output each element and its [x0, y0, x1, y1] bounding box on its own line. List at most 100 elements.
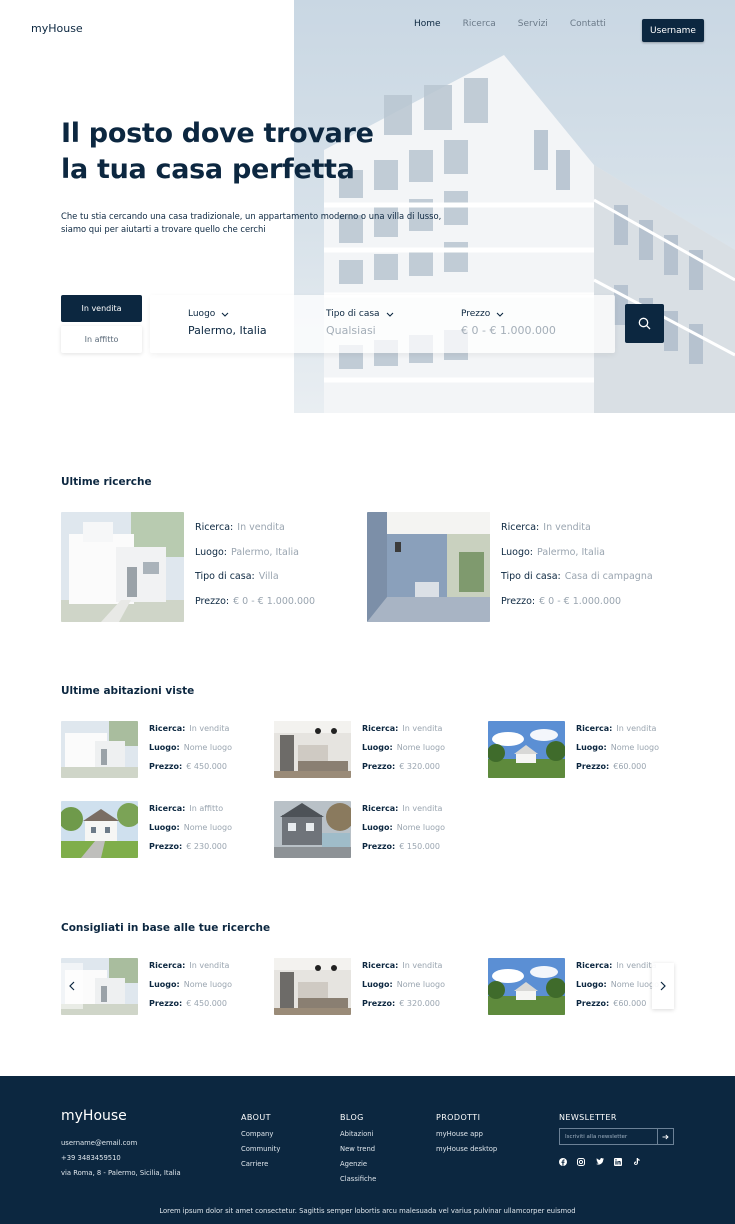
footer-brand[interactable]: myHouse — [61, 1108, 127, 1124]
country-house-image[interactable] — [367, 512, 490, 622]
row-value: In vendita — [402, 961, 443, 970]
house-thumb-farm[interactable] — [488, 721, 565, 778]
viewed-item-1[interactable]: Ricerca: In vendita Luogo: Nome luogo Prez… — [149, 724, 232, 781]
row-key: Luogo: — [362, 980, 393, 989]
row-key: Luogo: — [195, 546, 228, 558]
newsletter-submit-button[interactable] — [657, 1129, 672, 1144]
footer-column-newsletter: NEWSLETTER — [559, 1113, 617, 1127]
row-key: Prezzo: — [362, 842, 396, 851]
footer-address: via Roma, 8 - Palermo, Sicilia, Italia — [61, 1169, 181, 1177]
house-type-dropdown[interactable]: Tipo di casa Qualsiasi — [326, 309, 394, 337]
house-type-value: Qualsiasi — [326, 324, 376, 337]
footer-link[interactable]: Classifiche — [340, 1172, 376, 1187]
house-thumb-farm[interactable] — [488, 958, 565, 1015]
house-thumb-garden[interactable] — [61, 801, 138, 858]
row-value: € 450.000 — [186, 999, 227, 1008]
row-key: Prezzo: — [576, 762, 610, 771]
carousel-next-button[interactable] — [652, 963, 674, 1009]
row-value: In vendita — [189, 961, 230, 970]
row-key: Ricerca: — [149, 804, 186, 813]
recent-search-2[interactable]: Ricerca: In vendita Luogo: Palermo, Italia… — [501, 522, 653, 620]
footer-contact: username@email.com +39 3483459510 via Ro… — [61, 1136, 181, 1181]
row-key: Luogo: — [362, 823, 393, 832]
twitter-icon[interactable] — [595, 1157, 604, 1166]
brand-logo[interactable]: myHouse — [31, 22, 83, 35]
instagram-icon[interactable] — [577, 1157, 586, 1166]
house-thumb-white[interactable] — [61, 721, 138, 778]
price-dropdown[interactable]: Prezzo € 0 - € 1.000.000 — [461, 309, 556, 337]
main-nav: Home Ricerca Servizi Contatti — [414, 19, 628, 29]
mode-sale-button[interactable]: In vendita — [61, 295, 142, 322]
row-value: Nome luogo — [183, 743, 233, 752]
row-value: Nome luogo — [610, 743, 660, 752]
footer-email[interactable]: username@email.com — [61, 1136, 181, 1151]
row-key: Prezzo: — [149, 762, 183, 771]
recommended-item-1[interactable]: Ricerca: In vendita Luogo: Nome luogo Prez… — [149, 961, 232, 1018]
footer-link[interactable]: myHouse app — [436, 1127, 497, 1142]
location-dropdown[interactable]: Luogo Palermo, Italia — [188, 309, 267, 337]
row-value: Nome luogo — [183, 980, 233, 989]
footer-link[interactable]: Community — [241, 1142, 280, 1157]
viewed-item-4[interactable]: Ricerca: In affitto Luogo: Nome luogo Prez… — [149, 804, 232, 861]
row-value: € 0 - € 1.000.000 — [233, 595, 316, 607]
footer-link[interactable]: Abitazioni — [340, 1127, 376, 1142]
footer-phone[interactable]: +39 3483459510 — [61, 1151, 181, 1166]
row-key: Ricerca: — [501, 522, 540, 533]
row-key: Ricerca: — [149, 961, 186, 970]
search-button[interactable] — [625, 304, 664, 343]
row-value: In vendita — [543, 522, 591, 533]
footer-link[interactable]: myHouse desktop — [436, 1142, 497, 1157]
footer-link[interactable]: New trend — [340, 1142, 376, 1157]
row-key: Prezzo: — [195, 595, 230, 607]
nav-servizi[interactable]: Servizi — [518, 19, 548, 29]
recommended-item-2[interactable]: Ricerca: In vendita Luogo: Nome luogo Prez… — [362, 961, 445, 1018]
row-key: Tipo di casa: — [501, 571, 561, 582]
tiktok-icon[interactable] — [632, 1157, 641, 1166]
row-value: €60.000 — [613, 999, 647, 1008]
recommended-title: Consigliati in base alle tue ricerche — [61, 922, 271, 934]
linkedin-icon[interactable] — [614, 1157, 623, 1166]
row-value: Villa — [258, 571, 279, 582]
facebook-icon[interactable] — [558, 1157, 567, 1166]
row-value: In vendita — [616, 724, 657, 733]
recommended-item-3[interactable]: Ricerca: In vendita Luogo: Nome luogo Prez… — [576, 961, 659, 1018]
social-links — [558, 1157, 651, 1166]
house-thumb-suburban[interactable] — [274, 801, 351, 858]
nav-contatti[interactable]: Contatti — [570, 19, 606, 29]
hero-title: Il posto dove trovare la tua casa perfet… — [61, 116, 374, 188]
carousel-prev-button[interactable] — [61, 963, 83, 1009]
location-label: Luogo — [188, 309, 216, 319]
viewed-item-5[interactable]: Ricerca: In vendita Luogo: Nome luogo Prez… — [362, 804, 445, 861]
nav-ricerca[interactable]: Ricerca — [463, 19, 496, 29]
footer-column-title: ABOUT — [241, 1113, 271, 1122]
row-value: Nome luogo — [396, 980, 446, 989]
row-key: Luogo: — [576, 743, 607, 752]
footer-column-prodotti: PRODOTTI myHouse app myHouse desktop — [436, 1113, 497, 1157]
row-key: Luogo: — [149, 980, 180, 989]
nav-home[interactable]: Home — [414, 19, 441, 29]
viewed-item-3[interactable]: Ricerca: In vendita Luogo: Nome luogo Prez… — [576, 724, 659, 781]
house-thumb-kitchen[interactable] — [274, 958, 351, 1015]
mode-rent-button[interactable]: In affitto — [61, 326, 142, 353]
price-label: Prezzo — [461, 309, 491, 319]
house-thumb-kitchen[interactable] — [274, 721, 351, 778]
row-value: In affitto — [189, 804, 224, 813]
villa-image[interactable] — [61, 512, 184, 622]
row-key: Ricerca: — [362, 804, 399, 813]
row-value: Nome luogo — [396, 743, 446, 752]
row-key: Luogo: — [149, 743, 180, 752]
row-key: Luogo: — [362, 743, 393, 752]
row-value: € 320.000 — [399, 999, 440, 1008]
house-type-label: Tipo di casa — [326, 309, 380, 319]
footer-column-about: ABOUT Company Community Carriere — [241, 1113, 280, 1172]
viewed-item-2[interactable]: Ricerca: In vendita Luogo: Nome luogo Prez… — [362, 724, 445, 781]
newsletter-input[interactable] — [560, 1129, 657, 1144]
recent-search-1[interactable]: Ricerca: In vendita Luogo: Palermo, Italia… — [195, 522, 315, 620]
footer-link[interactable]: Carriere — [241, 1157, 280, 1172]
footer-link[interactable]: Company — [241, 1127, 280, 1142]
row-key: Prezzo: — [576, 999, 610, 1008]
row-value: Nome luogo — [396, 823, 446, 832]
user-button[interactable]: Username — [642, 19, 704, 42]
footer-link[interactable]: Agenzie — [340, 1157, 376, 1172]
footer-column-blog: BLOG Abitazioni New trend Agenzie Classi… — [340, 1113, 376, 1187]
